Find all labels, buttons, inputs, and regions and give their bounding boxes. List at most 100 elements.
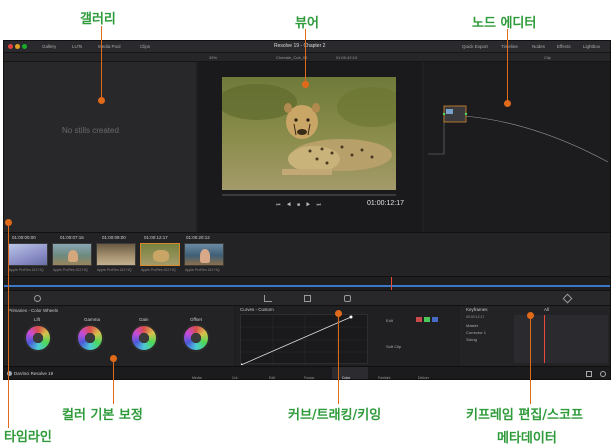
curves-edit-label: Edit [386,318,393,323]
clip-dropdown[interactable]: Clip [544,55,551,60]
tab-timeline[interactable]: Timeline [501,44,518,49]
no-stills-text: No stills created [62,126,119,135]
page-tab-cut[interactable]: Cut [232,376,237,379]
wheel-label-lift: Lift [34,317,41,322]
callout-line-color-wheels [113,358,114,404]
curves-tool-icon[interactable] [264,295,272,302]
viewer-toolbar: 39% Cheetah_Cub_09 01:00:42:19 Clip [4,53,610,62]
channel-green-toggle[interactable] [424,317,430,322]
callout-line-timeline [8,222,9,428]
page-tab-color[interactable]: Color [342,376,350,379]
callout-line-gallery [101,26,102,100]
viewer-header-timecode: 01:00:42:19 [336,55,358,60]
clip-timecode: 01:00:00:00 [12,235,36,240]
soft-clip-label: Soft Clip [386,344,402,349]
callout-viewer: 뷰어 [295,16,319,31]
keyframes-panel: Keyframes All 00:00:12:17 Master Correct… [460,306,610,366]
page-tab-edit[interactable]: Edit [269,376,275,379]
viewer-scrubber[interactable] [222,194,396,196]
color-wheels-title: Primaries - Color Wheels [8,308,59,313]
clip-timecode: 01:00:07:16 [60,235,84,240]
playback-controls[interactable]: ⏮◀■▶⏭ [276,202,346,208]
clip-timecode: 01:00:20:12 [186,235,210,240]
davinci-resolve-window: Gallery LUTs Media Pool Clips Resolve 19… [3,40,611,380]
wheel-label-offset: Offset [190,317,202,322]
tab-nodes[interactable]: Nodes [532,44,545,49]
tab-effects[interactable]: Effects [557,44,571,49]
page-tab-media[interactable]: Media [192,376,202,379]
minimize-window-button[interactable] [15,44,20,49]
callout-color-wheels: 컬러 기본 보정 [62,408,143,423]
keyframe-row[interactable]: Corrector 1 [466,330,486,335]
callout-line-node-editor [507,29,508,104]
keyframe-track-area[interactable] [514,315,608,363]
keyframes-tool-icon[interactable] [562,293,573,304]
callout-dot-gallery [98,97,105,104]
viewer-timecode: 01:00:12:17 [367,200,404,207]
clip-timecode: 01:00:09:00 [102,235,126,240]
tab-lightbox[interactable]: Lightbox [583,44,600,49]
clip-thumbnail-selected[interactable] [140,243,180,266]
wheel-gamma[interactable] [76,324,104,352]
window-title: Resolve 19 - Chapter 2 [274,43,326,49]
callout-gallery: 갤러리 [80,12,116,27]
clip-thumbnail[interactable] [52,243,92,266]
tab-luts[interactable]: LUTs [72,44,82,49]
clips-strip: 01:00:00:00 01:00:07:16 01:00:09:00 01:0… [4,232,610,276]
clip-thumbnail[interactable] [96,243,136,266]
callout-keyframes-2: 메타데이터 [497,431,557,446]
channel-blue-toggle[interactable] [432,317,438,322]
close-window-button[interactable] [8,44,13,49]
home-icon[interactable] [586,371,592,377]
callout-line-viewer [305,29,306,83]
callout-keyframes-1: 키프레임 편집/스코프 [466,408,583,423]
zoom-level[interactable]: 39% [209,55,217,60]
timeline-playhead[interactable] [391,277,392,291]
settings-gear-icon[interactable] [600,371,606,377]
curves-panel: Curves - Custom Edit Soft Clip [236,306,458,367]
keyframe-playhead[interactable] [544,315,545,363]
clip-codec: Apple ProRes 422 HQ [53,268,88,272]
clip-thumbnail[interactable] [184,243,224,266]
callout-dot-color-wheels [110,355,117,362]
app-name: DaVinci Resolve 19 [14,371,54,376]
callout-line-keyframes [530,315,531,404]
color-tools-toolbar [4,290,610,306]
callout-dot-keyframes [527,312,534,319]
curve-graph[interactable] [239,314,369,367]
callout-curves: 커브/트래킹/키잉 [288,408,382,423]
tab-quick-export[interactable]: Quick Export [462,44,488,49]
page-navigation-bar: DaVinci Resolve 19 Media Cut Edit Fusion… [4,366,610,379]
tracker-tool-icon[interactable] [344,295,351,302]
keyframes-filter[interactable]: All [544,307,549,312]
mini-timeline[interactable] [4,276,610,291]
wheel-offset[interactable] [182,324,210,352]
viewer-panel: ⏮◀■▶⏭ 01:00:12:17 [198,62,422,232]
wheels-tool-icon[interactable] [34,295,41,302]
gallery-panel: No stills created [4,62,196,232]
clip-timecode: 01:00:12:17 [144,235,168,240]
clip-thumbnail[interactable] [8,243,48,266]
clip-codec: Apple ProRes 422 HQ [97,268,132,272]
page-tab-fairlight[interactable]: Fairlight [378,376,390,379]
timeline-track[interactable] [4,285,610,287]
channel-red-toggle[interactable] [416,317,422,322]
callout-node-editor: 노드 에디터 [472,16,537,31]
title-bar: Gallery LUTs Media Pool Clips Resolve 19… [4,41,610,53]
keyframe-row[interactable]: Sizing [466,337,477,342]
page-tab-deliver[interactable]: Deliver [418,376,429,379]
wheel-gain[interactable] [130,324,158,352]
callout-dot-node-editor [504,100,511,107]
page-tab-fusion[interactable]: Fusion [304,376,315,379]
tab-clips[interactable]: Clips [140,44,150,49]
keyframe-row[interactable]: Master [466,323,478,328]
clip-codec: Apple ProRes 422 HQ [141,268,176,272]
zoom-window-button[interactable] [22,44,27,49]
tab-gallery[interactable]: Gallery [42,44,56,49]
callout-dot-timeline [5,219,12,226]
qualifier-tool-icon[interactable] [304,295,311,302]
viewer-clip-name: Cheetah_Cub_09 [276,55,308,60]
wheel-lift[interactable] [24,324,52,352]
keyframes-timecode: 00:00:12:17 [466,315,485,319]
callout-timeline: 타임라인 [4,430,52,445]
